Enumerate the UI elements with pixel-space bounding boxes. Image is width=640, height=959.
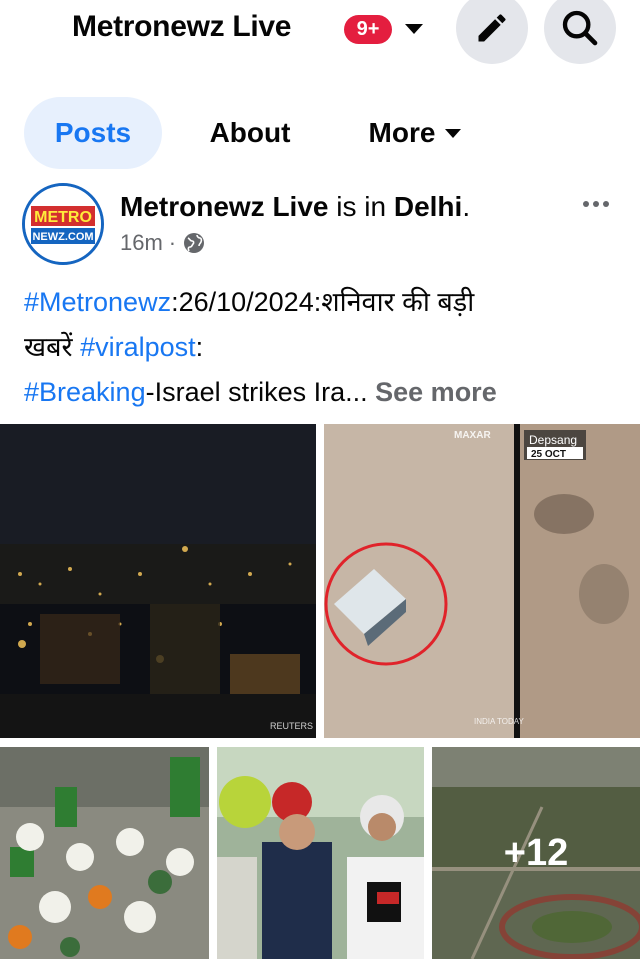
post-meta: 16m · [120,230,206,256]
post-text-line1: :26/10/2024:शनिवार की बड़ी [171,287,475,317]
post-time[interactable]: 16m [120,230,163,256]
post-text-line3: -Israel strikes Ira... [145,377,376,407]
hashtag-metronewz[interactable]: #Metronewz [24,287,171,317]
page-header: Metronewz Live 9+ [0,0,640,70]
page-title[interactable]: Metronewz Live [72,10,291,44]
hashtag-breaking[interactable]: #Breaking [24,377,146,407]
search-button[interactable] [544,0,616,64]
see-more-link[interactable]: See more [375,377,497,407]
tab-more[interactable]: More [340,97,490,169]
tab-more-label: More [368,117,436,148]
post-photo-press-meeting[interactable] [217,747,424,959]
notification-badge[interactable]: 9+ [344,15,392,44]
metronewz-logo: METRO NEWZ.COM [25,186,101,262]
post-photo-aerial-city[interactable]: +12 [432,747,640,959]
tab-posts[interactable]: Posts [24,97,162,169]
more-photos-overlay[interactable]: +12 [432,747,640,959]
post-text: #Metronewz:26/10/2024:शनिवार की बड़ी खबर… [24,287,497,407]
photo-label-date: 25 OCT [531,449,566,460]
location-prefix: is in [336,191,387,222]
post-photo-farmers-protest[interactable] [0,747,209,959]
post-text-line2: खबरें [24,332,81,362]
post-author[interactable]: Metronewz Live [120,191,328,222]
avatar-text-bottom: NEWZ.COM [32,231,93,243]
post-location[interactable]: Delhi [394,191,462,222]
photo-credit: REUTERS [270,721,313,731]
search-icon [562,10,598,46]
pencil-icon [478,14,506,42]
photo-watermark: INDIA TODAY [474,717,524,726]
hashtag-viralpost[interactable]: #viralpost [80,332,196,362]
avatar-text-top: METRO [34,209,92,226]
edit-button[interactable] [456,0,528,64]
profile-tabs: Posts About More [0,97,640,169]
photo-label-place: Depsang [529,433,577,447]
avatar[interactable]: METRO NEWZ.COM [22,183,104,265]
photo-label-maxar: MAXAR [454,430,491,441]
post-photo-night-city[interactable]: REUTERS [0,424,316,738]
post-author-line: Metronewz Live is in Delhi. [120,191,471,222]
tab-about[interactable]: About [180,97,320,169]
post-photo-satellite[interactable]: MAXAR Depsang 25 OCT INDIA TODAY [324,424,640,738]
post-options-button[interactable] [574,190,618,218]
caret-down-icon[interactable] [405,24,423,34]
caret-down-icon [445,128,462,138]
globe-icon [184,233,205,253]
